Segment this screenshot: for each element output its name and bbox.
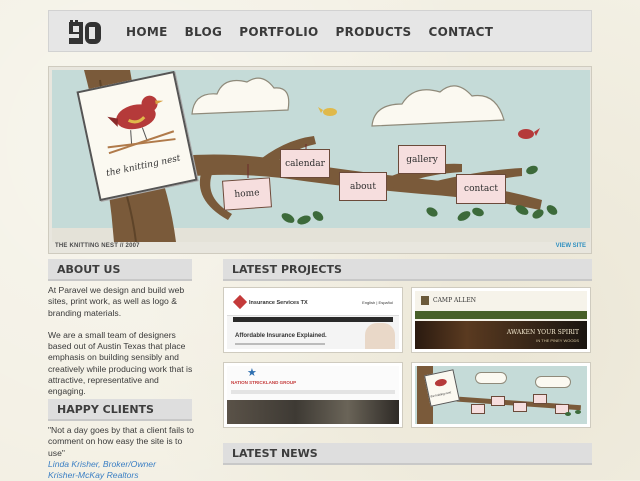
nav-contact[interactable]: CONTACT	[429, 25, 494, 39]
nav-portfolio[interactable]: PORTFOLIO	[239, 25, 318, 39]
sign-calendar[interactable]: calendar	[280, 149, 330, 178]
insurance-headline: Affordable Insurance Explained.	[235, 333, 327, 339]
main-nav: HOME BLOG PORTFOLIO PRODUCTS CONTACT	[126, 11, 493, 53]
project-thumb-knitting-nest[interactable]: the knitting nest	[411, 362, 591, 428]
client-testimonial: "Not a day goes by that a client fails t…	[48, 425, 194, 481]
about-paragraph-2: We are a small team of designers based o…	[48, 329, 193, 397]
crest-icon	[421, 296, 429, 305]
about-heading-bar: ABOUT US	[48, 259, 192, 281]
group-photo	[227, 400, 399, 424]
group-brand: NATION STRICKLAND GROUP	[231, 380, 297, 385]
nav-products[interactable]: PRODUCTS	[336, 25, 412, 39]
project-thumb-insurance[interactable]: Insurance Services TX English | Español …	[223, 287, 403, 353]
about-paragraph-1: At Paravel we design and build web sites…	[48, 285, 185, 318]
project-thumb-nation-strickland[interactable]: ★ NATION STRICKLAND GROUP	[223, 362, 403, 428]
mini-nest-title: the knitting nest	[430, 390, 452, 399]
mini-nest-card: the knitting nest	[424, 369, 460, 407]
camp-tagline: AWAKEN YOUR SPIRIT	[506, 329, 579, 336]
sign-about[interactable]: about	[339, 172, 387, 201]
star-icon: ★	[247, 367, 257, 379]
view-site-link[interactable]: VIEW SITE	[556, 243, 586, 249]
site-logo[interactable]	[69, 20, 103, 44]
insurance-language-links: English | Español	[362, 300, 393, 305]
featured-project-banner[interactable]: the knitting nest home calendar about ga…	[48, 66, 592, 254]
about-heading: ABOUT US	[57, 263, 121, 276]
projects-heading: LATEST PROJECTS	[232, 263, 342, 276]
man-photo	[365, 323, 395, 349]
project-thumb-camp-allen[interactable]: CAMP ALLEN AWAKEN YOUR SPIRIT IN THE PIN…	[411, 287, 591, 353]
knitting-nest-card: the knitting nest	[76, 70, 198, 202]
group-nav-bar	[231, 390, 395, 394]
insurance-nav-bar	[233, 317, 393, 322]
sign-home[interactable]: home	[222, 177, 272, 211]
projects-heading-bar: LATEST PROJECTS	[223, 259, 592, 281]
sign-gallery[interactable]: gallery	[398, 145, 446, 174]
clients-heading: HAPPY CLIENTS	[57, 403, 154, 416]
news-heading: LATEST NEWS	[232, 447, 318, 460]
sign-contact[interactable]: contact	[456, 174, 506, 204]
testimonial-quote: "Not a day goes by that a client fails t…	[48, 425, 194, 458]
camp-brand: CAMP ALLEN	[433, 297, 476, 304]
nav-blog[interactable]: BLOG	[185, 25, 223, 39]
nav-home[interactable]: HOME	[126, 25, 168, 39]
testimonial-author[interactable]: Linda Krisher, Broker/Owner	[48, 459, 194, 470]
insurance-brand: Insurance Services TX	[249, 300, 308, 306]
banner-caption: THE KNITTING NEST // 2007	[55, 243, 140, 249]
top-navigation: HOME BLOG PORTFOLIO PRODUCTS CONTACT	[48, 10, 592, 52]
news-heading-bar: LATEST NEWS	[223, 443, 592, 465]
camp-nav-bar	[415, 311, 587, 319]
camp-subtagline: IN THE PINEY WOODS	[536, 338, 579, 343]
clients-heading-bar: HAPPY CLIENTS	[48, 399, 192, 421]
about-text: At Paravel we design and build web sites…	[48, 285, 198, 398]
testimonial-company[interactable]: Krisher-McKay Realtors	[48, 470, 194, 481]
